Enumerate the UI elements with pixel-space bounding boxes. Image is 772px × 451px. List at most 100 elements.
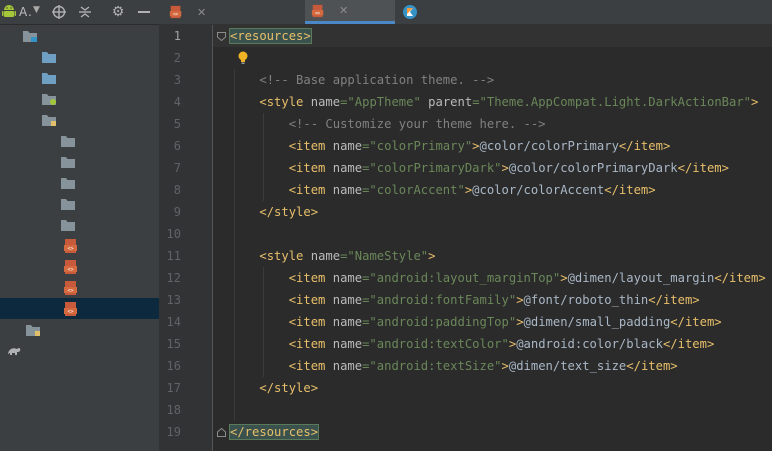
- code-line[interactable]: <item name="android:layout_marginTop">@d…: [230, 267, 766, 289]
- code-token-txt: @android:color/black: [516, 337, 663, 351]
- tree-item-strings-xml[interactable]: <>: [0, 277, 159, 298]
- code-token-tag: >: [501, 161, 509, 175]
- code-line[interactable]: <item name="android:fontFamily">@font/ro…: [230, 289, 700, 311]
- line-number: 18: [166, 403, 181, 417]
- code-token-txt: @dimen/small_padding: [523, 315, 671, 329]
- code-token-tag: </style>: [259, 205, 319, 219]
- editor-tabs: <> ✕ <> ✕: [159, 0, 772, 25]
- code-token-tag: >: [501, 359, 509, 373]
- gear-icon[interactable]: ⚙: [109, 3, 127, 21]
- code-line[interactable]: <item name="android:textColor">@android:…: [230, 333, 715, 355]
- chevron-down-icon[interactable]: ▼: [33, 5, 40, 15]
- code-line[interactable]: <style name="NameStyle">: [230, 245, 436, 267]
- fold-marker-icon[interactable]: [217, 428, 226, 437]
- tree-item-res-generated[interactable]: [0, 319, 159, 340]
- tree-item-drawable[interactable]: [0, 130, 159, 151]
- app-icon: [22, 29, 42, 43]
- tree-item-res[interactable]: [0, 109, 159, 130]
- tree-item-styles-xml[interactable]: <>: [0, 298, 159, 319]
- code-token-tag: <item: [288, 315, 333, 329]
- tree-item-font[interactable]: [0, 151, 159, 172]
- line-number: 3: [173, 73, 181, 87]
- code-line[interactable]: </style>: [230, 201, 318, 223]
- code-line[interactable]: <style name="AppTheme" parent="Theme.App…: [230, 91, 758, 113]
- tree-item-values[interactable]: [0, 214, 159, 235]
- tab-styles-xml[interactable]: <> ✕: [305, 0, 395, 24]
- svg-text:<>: <>: [67, 309, 73, 315]
- code-line[interactable]: <!-- Customize your theme here. -->: [230, 113, 546, 135]
- line-number: 16: [166, 359, 181, 373]
- code-token-tag: </item>: [714, 271, 766, 285]
- fold-marker-icon[interactable]: [217, 32, 226, 41]
- code-token-tag: <item: [288, 271, 333, 285]
- code-token-attr: name: [332, 293, 363, 307]
- tree-item-java[interactable]: [0, 67, 159, 88]
- code-token-val: ="android:textSize": [362, 359, 502, 373]
- folder-icon: [60, 197, 80, 211]
- line-number: 9: [173, 205, 181, 219]
- code-token-txt: @color/colorPrimaryDark: [508, 161, 678, 175]
- hide-icon[interactable]: [135, 3, 153, 21]
- tree-item-gradle-scripts[interactable]: [0, 340, 159, 361]
- code-token-tag: >: [428, 249, 436, 263]
- code-line[interactable]: <item name="colorPrimaryDark">@color/col…: [230, 157, 729, 179]
- locate-icon[interactable]: [50, 3, 68, 21]
- project-toolbar: A . ▼ ⚙: [0, 0, 159, 25]
- code-token-tag: <item: [288, 359, 333, 373]
- tree-item-java-generated[interactable]: [0, 88, 159, 109]
- close-icon[interactable]: ✕: [339, 4, 348, 17]
- tree-item-app[interactable]: [0, 25, 159, 46]
- code-line[interactable]: <item name="android:paddingTop">@dimen/s…: [230, 311, 722, 333]
- tree-item-manifests[interactable]: [0, 46, 159, 67]
- code-token-cmt: <!-- Base application theme. -->: [259, 73, 495, 87]
- code-token-tag: >: [472, 139, 480, 153]
- code-token-tag: >: [560, 271, 568, 285]
- indent-guide: [263, 267, 264, 377]
- collapse-all-icon[interactable]: [76, 3, 94, 21]
- xml-file-icon: <>: [169, 5, 189, 19]
- indent-guide: [234, 69, 235, 421]
- xml-icon: <>: [63, 301, 83, 316]
- code-token-tag: <resources>: [229, 28, 312, 44]
- code-token-tag: </resources>: [228, 424, 320, 440]
- code-token-tag: </item>: [662, 337, 715, 351]
- tree-item-dimens-xml[interactable]: <>: [0, 256, 159, 277]
- code-line[interactable]: </style>: [230, 377, 318, 399]
- line-number: 6: [173, 139, 181, 153]
- code-token-val: ="NameStyle": [340, 249, 429, 263]
- lightbulb-icon[interactable]: [238, 51, 248, 65]
- code-line[interactable]: <resources>: [229, 25, 312, 47]
- project-view-selector[interactable]: A: [19, 5, 27, 19]
- code-line[interactable]: <item name="colorAccent">@color/colorAcc…: [230, 179, 656, 201]
- code-line[interactable]: <item name="android:textSize">@dimen/tex…: [230, 355, 678, 377]
- code-token-tag: >: [751, 95, 759, 109]
- folder-icon: [60, 176, 80, 190]
- folder-icon: [60, 155, 80, 169]
- code-token-val: ="android:paddingTop": [362, 315, 517, 329]
- tab-mainactivity-kt[interactable]: [397, 0, 522, 24]
- code-token-tag: <item: [288, 183, 333, 197]
- code-line[interactable]: <item name="colorPrimary">@color/colorPr…: [230, 135, 671, 157]
- xml-icon: <>: [63, 238, 83, 253]
- line-number: 19: [166, 425, 181, 439]
- tab-activity-main-xml[interactable]: <> ✕: [163, 0, 303, 24]
- code-token-tag: </item>: [677, 161, 729, 175]
- close-icon[interactable]: ✕: [197, 6, 206, 19]
- code-token-val: ="Theme.AppCompat.Light.DarkActionBar": [472, 95, 752, 109]
- code-token-cmt: <!-- Customize your theme here. -->: [288, 117, 546, 131]
- code-token-tag: </item>: [604, 183, 656, 197]
- tree-item-colors-xml[interactable]: <>: [0, 235, 159, 256]
- code-token-txt: @font/roboto_thin: [523, 293, 649, 307]
- tree-item-mipmap[interactable]: [0, 193, 159, 214]
- code-line[interactable]: </resources>: [228, 421, 320, 443]
- folder-blue-icon: [41, 50, 61, 64]
- tree-item-layout[interactable]: [0, 172, 159, 193]
- code-line[interactable]: <!-- Base application theme. -->: [230, 69, 494, 91]
- line-number: 5: [173, 117, 181, 131]
- code-token-val: ="colorPrimary": [362, 139, 473, 153]
